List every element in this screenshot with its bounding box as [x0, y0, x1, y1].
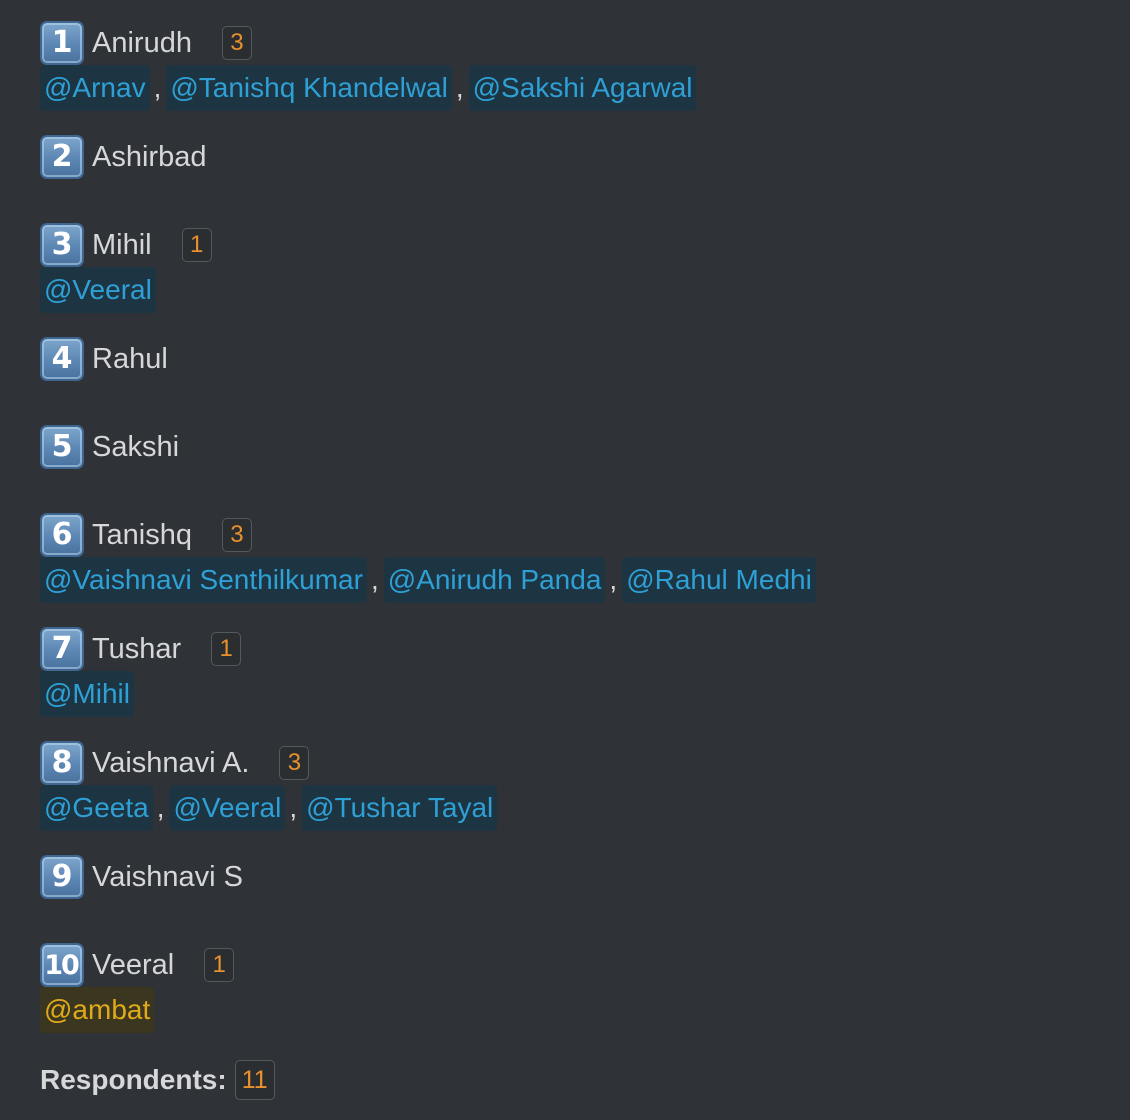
option-header: 10 Veeral 1: [40, 943, 235, 987]
vote-count-badge: 3: [279, 746, 310, 780]
option-header: 4 Rahul: [40, 337, 168, 381]
option-name: Rahul: [92, 342, 168, 375]
user-mention[interactable]: @Arnav: [40, 65, 150, 111]
poll-option-10: 10 Veeral 1 @ambat: [40, 943, 1110, 1033]
option-name: Vaishnavi S: [92, 860, 243, 893]
keycap-2-icon: 2: [40, 135, 84, 179]
vote-count-badge: 3: [221, 26, 252, 60]
option-name: Vaishnavi A.: [92, 746, 250, 779]
vote-count-badge: 1: [181, 228, 212, 262]
poll-option-5: 5 Sakshi: [40, 425, 1110, 469]
separator: ,: [455, 72, 464, 103]
user-mention[interactable]: @Anirudh Panda: [383, 557, 606, 603]
self-mention[interactable]: @ambat: [40, 987, 155, 1033]
option-header: 1 Anirudh 3: [40, 21, 252, 65]
user-mention[interactable]: @Rahul Medhi: [622, 557, 816, 603]
respondents-label: Respondents:: [40, 1064, 227, 1095]
separator: ,: [153, 72, 162, 103]
user-mention[interactable]: @Veeral: [169, 785, 286, 831]
voter-list: @Veeral: [40, 267, 156, 313]
keycap-4-icon: 4: [40, 337, 84, 381]
poll-option-4: 4 Rahul: [40, 337, 1110, 381]
poll-option-2: 2 Ashirbad: [40, 135, 1110, 179]
user-mention[interactable]: @Tanishq Khandelwal: [166, 65, 452, 111]
option-header: 6 Tanishq 3: [40, 513, 252, 557]
poll-option-3: 3 Mihil 1 @Veeral: [40, 223, 1110, 313]
poll-option-7: 7 Tushar 1 @Mihil: [40, 627, 1110, 717]
poll-option-1: 1 Anirudh 3 @Arnav, @Tanishq Khandelwal, @…: [40, 21, 1110, 111]
voter-list: @Mihil: [40, 671, 134, 717]
respondents-summary: Respondents: 11: [40, 1059, 275, 1101]
vote-count-badge: 3: [221, 518, 252, 552]
keycap-3-icon: 3: [40, 223, 84, 267]
option-name: Mihil: [92, 228, 152, 261]
keycap-5-icon: 5: [40, 425, 84, 469]
keycap-6-icon: 6: [40, 513, 84, 557]
keycap-7-icon: 7: [40, 627, 84, 671]
user-mention[interactable]: @Sakshi Agarwal: [468, 65, 697, 111]
voter-list: @Arnav, @Tanishq Khandelwal, @Sakshi Agarw…: [40, 65, 697, 111]
option-name: Sakshi: [92, 430, 180, 463]
option-name: Tanishq: [92, 518, 192, 551]
keycap-8-icon: 8: [40, 741, 84, 785]
user-mention[interactable]: @Tushar Tayal: [302, 785, 498, 831]
vote-count-badge: 1: [211, 632, 242, 666]
user-mention[interactable]: @Geeta: [40, 785, 153, 831]
user-mention[interactable]: @Veeral: [40, 267, 156, 313]
voter-list: @Vaishnavi Senthilkumar, @Anirudh Panda, @…: [40, 557, 816, 603]
user-mention[interactable]: @Vaishnavi Senthilkumar: [40, 557, 367, 603]
vote-count-badge: 1: [204, 948, 235, 982]
option-name: Ashirbad: [92, 140, 207, 173]
separator: ,: [370, 564, 379, 595]
option-header: 5 Sakshi: [40, 425, 179, 469]
voter-list: @Geeta, @Veeral, @Tushar Tayal: [40, 785, 498, 831]
poll-option-9: 9 Vaishnavi S: [40, 855, 1110, 899]
keycap-10-icon: 10: [40, 943, 84, 987]
separator: ,: [609, 564, 618, 595]
poll-option-8: 8 Vaishnavi A. 3 @Geeta, @Veeral, @Tushar …: [40, 741, 1110, 831]
option-header: 3 Mihil 1: [40, 223, 212, 267]
separator: ,: [289, 792, 298, 823]
user-mention[interactable]: @Mihil: [40, 671, 134, 717]
option-name: Tushar: [92, 632, 182, 665]
option-header: 8 Vaishnavi A. 3: [40, 741, 310, 785]
option-name: Veeral: [92, 948, 175, 981]
keycap-9-icon: 9: [40, 855, 84, 899]
respondents-count-badge: 11: [234, 1060, 275, 1100]
separator: ,: [156, 792, 165, 823]
option-name: Anirudh: [92, 26, 192, 59]
option-header: 9 Vaishnavi S: [40, 855, 243, 899]
voter-list: @ambat: [40, 987, 155, 1033]
option-header: 7 Tushar 1: [40, 627, 242, 671]
option-header: 2 Ashirbad: [40, 135, 206, 179]
poll-option-6: 6 Tanishq 3 @Vaishnavi Senthilkumar, @Ani…: [40, 513, 1110, 603]
keycap-1-icon: 1: [40, 21, 84, 65]
